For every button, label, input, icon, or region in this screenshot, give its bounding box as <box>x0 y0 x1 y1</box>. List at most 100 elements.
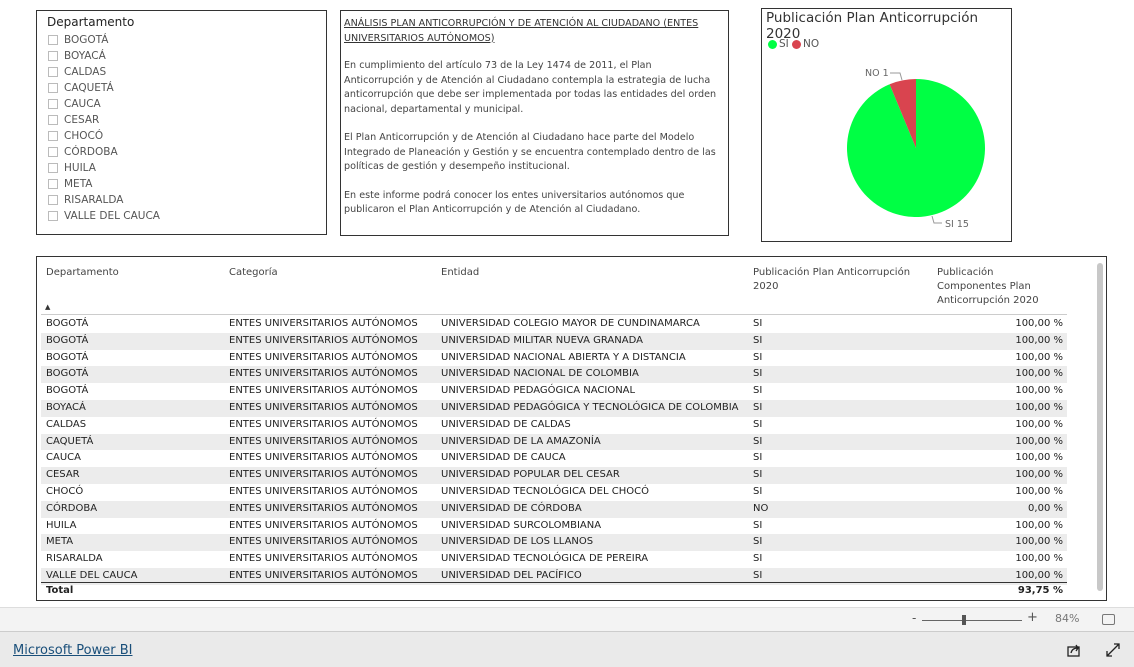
checkbox-icon[interactable] <box>48 147 58 157</box>
table-row[interactable]: BOGOTÁ ENTES UNIVERSITARIOS AUTÓNOMOS UNIV… <box>41 350 1067 367</box>
table-row[interactable]: CAUCA ENTES UNIVERSITARIOS AUTÓNOMOS UNIVE… <box>41 450 1067 467</box>
checkbox-icon[interactable] <box>48 211 58 221</box>
checkbox-icon[interactable] <box>48 51 58 61</box>
cell-publicacion: SI <box>753 486 763 497</box>
description-textbox: ANÁLISIS PLAN ANTICORRUPCIÓN Y DE ATENCI… <box>340 10 729 236</box>
cell-publicacion: SI <box>753 435 763 447</box>
cell-componentes: 100,00 % <box>1015 385 1063 397</box>
checkbox-icon[interactable] <box>48 99 58 109</box>
cell-entidad: UNIVERSIDAD SURCOLOMBIANA <box>441 519 602 531</box>
slicer-item[interactable]: CÓRDOBA <box>48 144 118 160</box>
slicer-item[interactable]: HUILA <box>48 160 96 176</box>
sort-ascending-icon[interactable]: ▲ <box>45 303 50 311</box>
zoom-slider-thumb[interactable] <box>962 615 966 625</box>
cell-publicacion: SI <box>753 368 763 380</box>
cell-componentes: 100,00 % <box>1015 334 1063 346</box>
cell-publicacion: NO <box>753 502 769 514</box>
fullscreen-icon[interactable] <box>1106 643 1120 657</box>
cell-departamento: BOGOTÁ <box>46 385 89 397</box>
slicer-item-label: BOGOTÁ <box>64 34 109 46</box>
cell-entidad: UNIVERSIDAD PEDAGÓGICA Y TECNOLÓGICA DE … <box>441 402 739 413</box>
table-row[interactable]: META ENTES UNIVERSITARIOS AUTÓNOMOS UNIVER… <box>41 534 1067 552</box>
slicer-item[interactable]: CAQUETÁ <box>48 80 114 96</box>
slicer-item[interactable]: CALDAS <box>48 64 106 80</box>
table-row[interactable]: CALDAS ENTES UNIVERSITARIOS AUTÓNOMOS UNIV… <box>41 417 1067 434</box>
cell-categoria: ENTES UNIVERSITARIOS AUTÓNOMOS <box>229 536 418 548</box>
checkbox-icon[interactable] <box>48 163 58 173</box>
header-categoria[interactable]: Categoría <box>229 266 278 280</box>
cell-componentes: 100,00 % <box>1015 570 1063 581</box>
checkbox-icon[interactable] <box>48 195 58 205</box>
slicer-item[interactable]: VALLE DEL CAUCA <box>48 208 160 224</box>
table-row[interactable]: BOGOTÁ ENTES UNIVERSITARIOS AUTÓNOMOS UNIV… <box>41 366 1067 384</box>
header-publicacion[interactable]: Publicación Plan Anticorrupción 2020 <box>753 266 923 294</box>
cell-entidad: UNIVERSIDAD POPULAR DEL CESAR <box>441 469 620 481</box>
slicer-item[interactable]: CHOCÓ <box>48 128 103 144</box>
slicer-item[interactable]: CAUCA <box>48 96 101 112</box>
table-row[interactable]: HUILA ENTES UNIVERSITARIOS AUTÓNOMOS UNIVE… <box>41 518 1067 535</box>
fit-to-page-icon[interactable] <box>1102 614 1115 625</box>
cell-componentes: 100,00 % <box>1015 402 1063 413</box>
checkbox-icon[interactable] <box>48 115 58 125</box>
power-bi-link[interactable]: Microsoft Power BI <box>13 643 132 658</box>
slicer-item-label: CAUCA <box>64 98 101 110</box>
cell-componentes: 100,00 % <box>1015 435 1063 447</box>
table-row[interactable]: BOGOTÁ ENTES UNIVERSITARIOS AUTÓNOMOS UNIV… <box>41 332 1067 350</box>
cell-departamento: BOGOTÁ <box>46 351 89 363</box>
cell-publicacion: SI <box>753 469 763 481</box>
zoom-out-button[interactable]: - <box>912 611 916 625</box>
cell-departamento: BOGOTÁ <box>46 334 89 346</box>
table-row[interactable]: BOGOTÁ ENTES UNIVERSITARIOS AUTÓNOMOS UNIV… <box>41 383 1067 400</box>
cell-departamento: RISARALDA <box>46 553 103 565</box>
slicer-item[interactable]: BOGOTÁ <box>48 32 108 48</box>
table-row[interactable]: RISARALDA ENTES UNIVERSITARIOS AUTÓNOMOS U… <box>41 551 1067 568</box>
checkbox-icon[interactable] <box>48 67 58 77</box>
checkbox-icon[interactable] <box>48 131 58 141</box>
header-entidad[interactable]: Entidad <box>441 266 479 280</box>
footer-bar: Microsoft Power BI <box>0 631 1134 667</box>
cell-componentes: 100,00 % <box>1015 519 1063 531</box>
cell-categoria: ENTES UNIVERSITARIOS AUTÓNOMOS <box>229 385 418 397</box>
cell-departamento: CAQUETÁ <box>46 435 94 447</box>
share-icon[interactable] <box>1067 643 1082 657</box>
header-departamento[interactable]: Departamento <box>46 266 119 280</box>
slicer-item[interactable]: META <box>48 176 92 192</box>
cell-entidad: UNIVERSIDAD DE LOS LLANOS <box>441 536 594 548</box>
total-label: Total <box>46 585 74 596</box>
cell-publicacion: SI <box>753 553 763 565</box>
cell-componentes: 100,00 % <box>1015 553 1063 565</box>
cell-publicacion: SI <box>753 452 763 464</box>
cell-publicacion: SI <box>753 519 763 531</box>
data-table: Departamento ▲ Categoría Entidad Publica… <box>36 256 1107 601</box>
table-row[interactable]: BOGOTÁ ENTES UNIVERSITARIOS AUTÓNOMOS UNIV… <box>41 316 1067 333</box>
description-paragraph: En este informe podrá conocer los entes … <box>344 189 685 216</box>
slicer-item[interactable]: CESAR <box>48 112 99 128</box>
vertical-scrollbar[interactable] <box>1097 263 1103 591</box>
table-row[interactable]: CÓRDOBA ENTES UNIVERSITARIOS AUTÓNOMOS UNI… <box>41 500 1067 518</box>
zoom-in-button[interactable]: + <box>1027 610 1038 625</box>
pie-label-si: SI 15 <box>945 219 969 230</box>
checkbox-icon[interactable] <box>48 35 58 45</box>
table-row[interactable]: CAQUETÁ ENTES UNIVERSITARIOS AUTÓNOMOS UNI… <box>41 433 1067 451</box>
cell-publicacion: SI <box>753 402 763 413</box>
slicer-item-label: CALDAS <box>64 66 107 78</box>
cell-componentes: 100,00 % <box>1015 452 1063 464</box>
cell-entidad: UNIVERSIDAD NACIONAL DE COLOMBIA <box>441 368 639 380</box>
checkbox-icon[interactable] <box>48 83 58 93</box>
table-row[interactable]: CHOCÓ ENTES UNIVERSITARIOS AUTÓNOMOS UNIVE… <box>41 484 1067 501</box>
zoom-bar: - + 84% <box>0 607 1134 631</box>
cell-componentes: 100,00 % <box>1015 536 1063 548</box>
table-row[interactable]: CESAR ENTES UNIVERSITARIOS AUTÓNOMOS UNIVE… <box>41 467 1067 484</box>
header-componentes[interactable]: Publicación Componentes Plan Anticorrupc… <box>937 266 1055 308</box>
cell-publicacion: SI <box>753 570 763 581</box>
cell-componentes: 100,00 % <box>1015 469 1063 481</box>
slicer-item[interactable]: BOYACÁ <box>48 48 106 64</box>
cell-entidad: UNIVERSIDAD DE CAUCA <box>441 452 566 464</box>
cell-entidad: UNIVERSIDAD COLEGIO MAYOR DE CUNDINAMARC… <box>441 318 700 329</box>
slicer-item[interactable]: RISARALDA <box>48 192 123 208</box>
checkbox-icon[interactable] <box>48 179 58 189</box>
zoom-slider-track[interactable] <box>922 620 1022 621</box>
table-row[interactable]: BOYACÁ ENTES UNIVERSITARIOS AUTÓNOMOS UNIV… <box>41 400 1067 417</box>
cell-categoria: ENTES UNIVERSITARIOS AUTÓNOMOS <box>229 452 418 464</box>
cell-publicacion: SI <box>753 536 763 548</box>
